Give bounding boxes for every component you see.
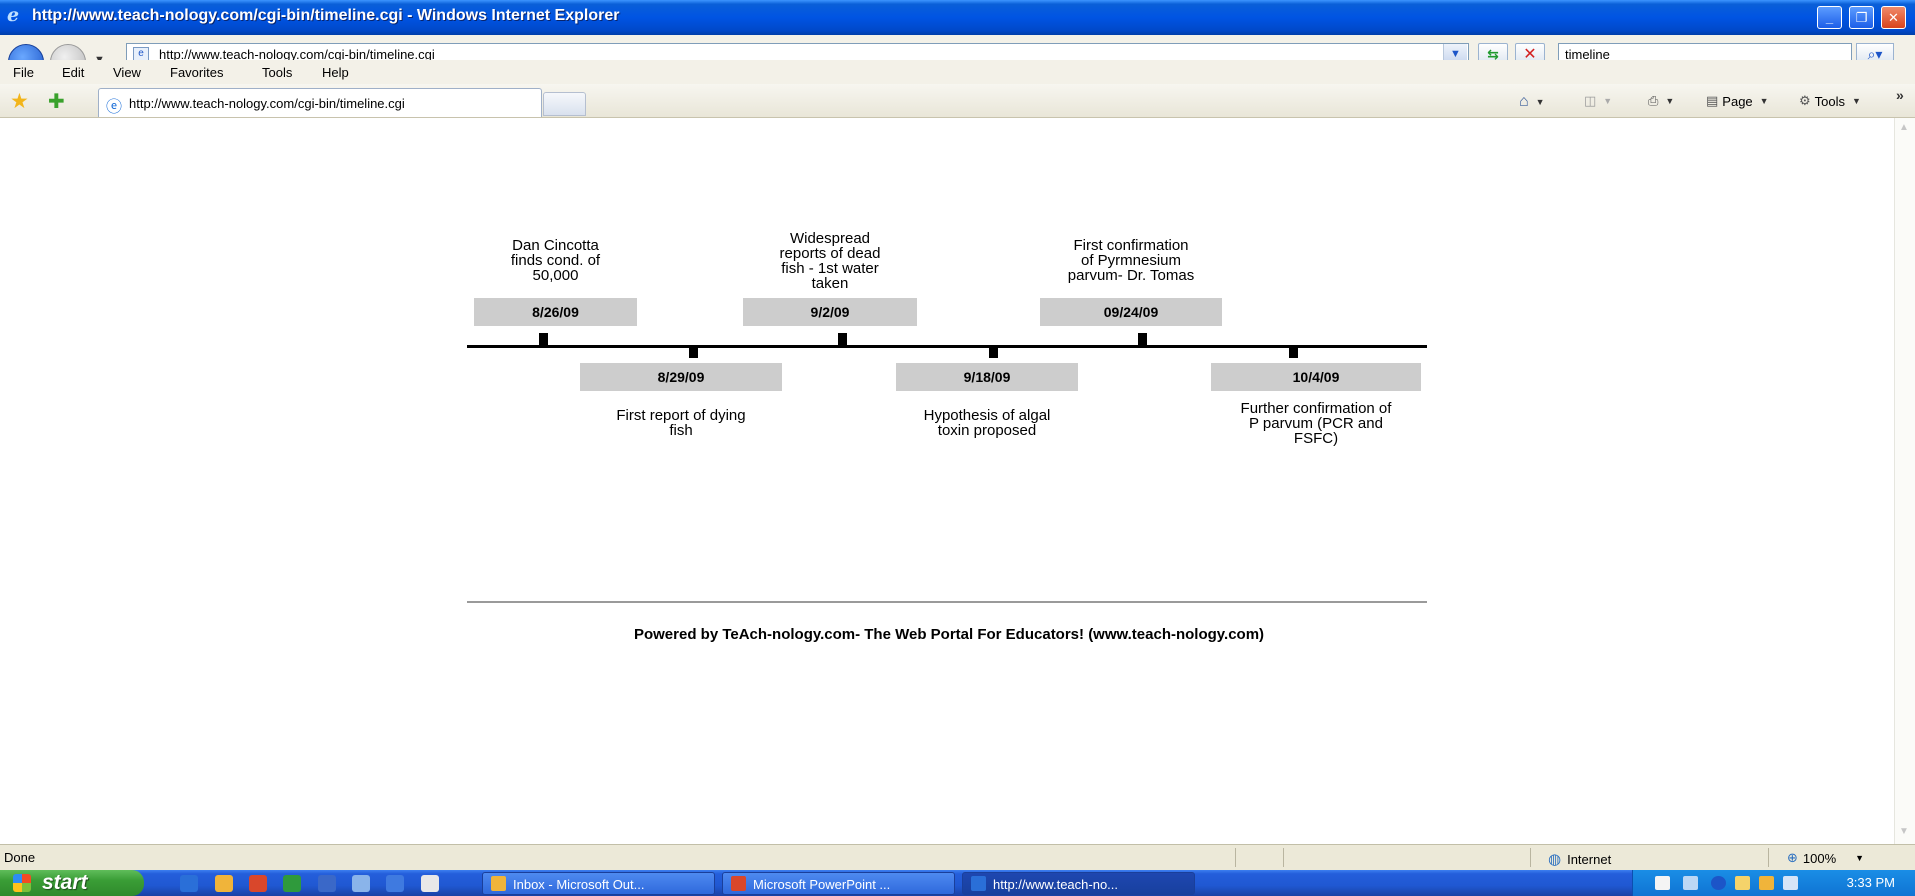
taskbar-item-powerpoint[interactable]: Microsoft PowerPoint ... [722,872,955,895]
timeline-tick-1 [539,333,548,345]
start-label: start [42,871,88,894]
event-date-3: 9/2/09 [743,298,917,326]
quicklaunch-ie-icon[interactable] [180,875,198,892]
home-dropdown-icon: ▼ [1535,97,1545,107]
users-icon[interactable] [1783,876,1798,890]
printer-icon: ⎙ [1648,93,1659,108]
event-label-4: Hypothesis of algal toxin proposed [923,407,1051,439]
event-label-1: Dan Cincotta finds cond. of 50,000 [510,237,601,284]
tab-title: http://www.teach-nology.com/cgi-bin/time… [129,96,405,111]
page-icon: e [133,47,149,61]
quicklaunch-desktop-icon[interactable] [352,875,370,892]
menu-file[interactable]: File [13,65,34,80]
status-bar: Done ◍ Internet ⊕ 100% ▼ [0,844,1915,870]
tools-label: Tools [1814,93,1846,109]
menu-bar: File Edit View Favorites Tools Help [0,60,1915,84]
quicklaunch-outlook-icon[interactable] [215,875,233,892]
event-date-1: 8/26/09 [474,298,637,326]
page-label: Page [1722,93,1753,109]
windows-flag-icon [13,874,31,892]
timeline-tick-5 [1138,333,1147,345]
taskbar-item-outlook[interactable]: Inbox - Microsoft Out... [482,872,715,895]
new-tab-button[interactable] [543,92,586,116]
timeline-tick-3 [838,333,847,345]
menu-tools[interactable]: Tools [262,65,292,80]
quicklaunch-excel-icon[interactable] [283,875,301,892]
taskbar-item-ie[interactable]: http://www.teach-no... [962,872,1195,895]
quicklaunch-app-icon[interactable] [386,875,404,892]
menu-help[interactable]: Help [322,65,349,80]
mail-icon[interactable] [1735,876,1750,890]
event-label-6: Further confirmation of P parvum (PCR an… [1240,400,1392,447]
event-label-3: Widespread reports of dead fish - 1st wa… [779,230,881,292]
taskbar: start Inbox - Microsoft Out... Microsoft… [0,870,1915,896]
scroll-up-icon[interactable]: ▲ [1899,122,1909,133]
menu-view[interactable]: View [113,65,141,80]
start-button[interactable]: start [0,870,144,896]
close-button[interactable]: ✕ [1881,6,1906,29]
tab-command-bar: ★ ✚ ⓔ http://www.teach-nology.com/cgi-bi… [0,84,1915,118]
tools-menu-button[interactable]: ⚙ Tools ▼ [1799,93,1861,109]
quicklaunch-media-icon[interactable] [421,875,439,892]
ie-icon: e [7,4,20,26]
system-tray: 3:33 PM [1632,870,1915,896]
maximize-button[interactable]: ❐ [1849,6,1874,29]
tab-active[interactable]: ⓔ http://www.teach-nology.com/cgi-bin/ti… [98,88,542,117]
title-bar: e http://www.teach-nology.com/cgi-bin/ti… [0,0,1915,35]
page-dropdown-icon: ▼ [1759,96,1769,106]
chevron-more-icon[interactable]: » [1896,87,1904,103]
feeds-button[interactable]: ◫ ▼ [1584,93,1612,109]
tools-dropdown-icon: ▼ [1852,96,1861,106]
vertical-scrollbar[interactable]: ▲ ▼ [1894,118,1915,844]
window-title: http://www.teach-nology.com/cgi-bin/time… [32,7,620,24]
security-zone: ◍ Internet [1548,851,1612,868]
menu-edit[interactable]: Edit [62,65,84,80]
clock: 3:33 PM [1846,875,1895,890]
powerpoint-icon [731,876,746,891]
footer-divider [467,601,1427,603]
back-tray-icon[interactable] [1711,876,1726,890]
zoom-dropdown-icon: ▼ [1855,853,1865,863]
timeline-axis [467,345,1427,348]
quicklaunch-word-icon[interactable] [318,875,336,892]
quicklaunch-powerpoint-icon[interactable] [249,875,267,892]
outlook-tray-icon[interactable] [1759,876,1774,890]
event-label-2: First report of dying fish [616,407,746,439]
menu-favorites[interactable]: Favorites [170,65,223,80]
add-favorites-icon[interactable]: ✚ [48,89,65,114]
event-date-4: 9/18/09 [896,363,1078,391]
footer-powered-by: Powered by TeAch-nology.com- The Web Por… [633,626,1265,643]
event-label-5: First confirmation of Pyrmnesium parvum-… [1067,237,1195,284]
page-menu-button[interactable]: ▤ Page ▼ [1706,93,1769,109]
event-date-5: 09/24/09 [1040,298,1222,326]
ie-tab-icon: ⓔ [106,99,123,116]
scroll-down-icon[interactable]: ▼ [1899,826,1909,837]
feeds-icon: ◫ [1584,93,1597,108]
feeds-dropdown-icon: ▼ [1603,96,1613,106]
page-icon: ▤ [1706,93,1719,108]
zoom-control[interactable]: ⊕ 100% ▼ [1787,850,1864,866]
event-date-2: 8/29/09 [580,363,782,391]
home-button[interactable]: ⌂ ▼ [1519,93,1545,111]
ie-icon [971,876,986,891]
favorites-star-icon[interactable]: ★ [10,89,29,114]
network-icon[interactable] [1683,876,1698,890]
home-icon: ⌂ [1519,93,1529,110]
zoom-icon: ⊕ [1787,850,1798,865]
page-content: Dan Cincotta finds cond. of 50,000 8/26/… [2,118,1894,844]
print-dropdown-icon: ▼ [1665,96,1675,106]
minimize-button[interactable]: _ [1817,6,1842,29]
gear-icon: ⚙ [1799,93,1811,108]
help-icon[interactable] [1655,876,1670,890]
event-date-6: 10/4/09 [1211,363,1421,391]
outlook-icon [491,876,506,891]
print-button[interactable]: ⎙ ▼ [1648,93,1674,109]
status-text: Done [4,850,36,865]
globe-icon: ◍ [1548,851,1562,868]
